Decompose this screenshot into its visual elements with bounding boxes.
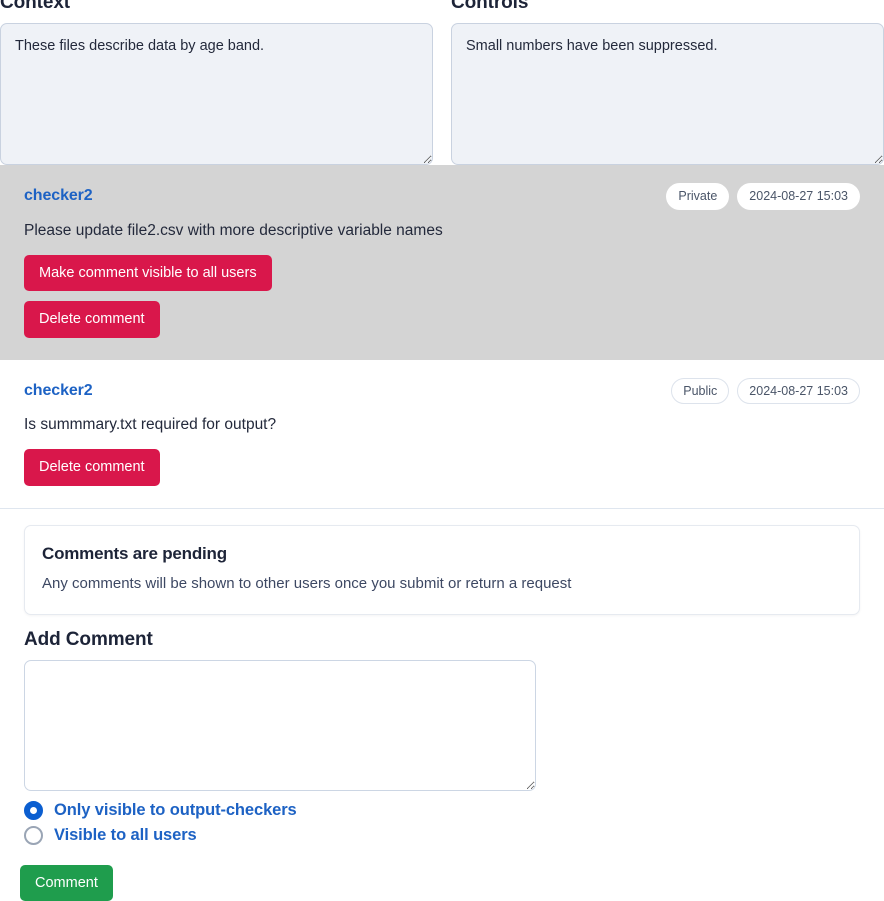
pending-notice-panel: Comments are pending Any comments will b…: [24, 525, 860, 615]
comment-body: Please update file2.csv with more descri…: [24, 220, 860, 241]
comment-header: checker2 Private 2024-08-27 15:03: [24, 183, 860, 210]
context-field-group: Context: [0, 0, 433, 165]
comment-visibility-radio-group: Only visible to output-checkers Visible …: [24, 801, 860, 845]
add-comment-section: Add Comment Only visible to output-check…: [0, 615, 884, 845]
add-comment-input[interactable]: [24, 660, 536, 791]
pending-notice-title: Comments are pending: [42, 544, 842, 564]
controls-label: Controls: [451, 0, 884, 14]
pending-notice-text: Any comments will be shown to other user…: [42, 574, 842, 594]
radio-option-label: Only visible to output-checkers: [54, 801, 297, 820]
visibility-badge: Public: [671, 378, 729, 405]
controls-textarea[interactable]: [451, 23, 884, 165]
radio-option-all-users[interactable]: Visible to all users: [24, 826, 860, 845]
controls-field-group: Controls: [451, 0, 884, 165]
context-textarea[interactable]: [0, 23, 433, 165]
submit-comment-wrapper: Comment: [0, 851, 884, 901]
radio-option-output-checkers[interactable]: Only visible to output-checkers: [24, 801, 860, 820]
submit-comment-button[interactable]: Comment: [20, 865, 113, 901]
delete-comment-button[interactable]: Delete comment: [24, 449, 160, 486]
comment-header: checker2 Public 2024-08-27 15:03: [24, 378, 860, 405]
comment-actions: Delete comment: [24, 449, 860, 486]
comment-item-private: checker2 Private 2024-08-27 15:03 Please…: [0, 165, 884, 360]
comment-body: Is summmary.txt required for output?: [24, 414, 860, 435]
comment-badges: Private 2024-08-27 15:03: [666, 183, 860, 210]
comment-badges: Public 2024-08-27 15:03: [671, 378, 860, 405]
timestamp-badge: 2024-08-27 15:03: [737, 183, 860, 210]
radio-selected-icon[interactable]: [24, 801, 43, 820]
add-comment-heading: Add Comment: [24, 629, 860, 651]
comment-author-link[interactable]: checker2: [24, 187, 93, 205]
pending-notice-wrapper: Comments are pending Any comments will b…: [0, 509, 884, 615]
comment-item-public: checker2 Public 2024-08-27 15:03 Is summ…: [0, 360, 884, 508]
radio-option-label: Visible to all users: [54, 826, 197, 845]
make-comment-visible-button[interactable]: Make comment visible to all users: [24, 255, 272, 292]
visibility-badge: Private: [666, 183, 729, 210]
comment-author-link[interactable]: checker2: [24, 382, 93, 400]
metadata-fields: Context Controls: [0, 0, 884, 165]
radio-unselected-icon[interactable]: [24, 826, 43, 845]
context-label: Context: [0, 0, 433, 14]
comment-actions: Make comment visible to all users Delete…: [24, 255, 860, 338]
delete-comment-button[interactable]: Delete comment: [24, 301, 160, 338]
timestamp-badge: 2024-08-27 15:03: [737, 378, 860, 405]
